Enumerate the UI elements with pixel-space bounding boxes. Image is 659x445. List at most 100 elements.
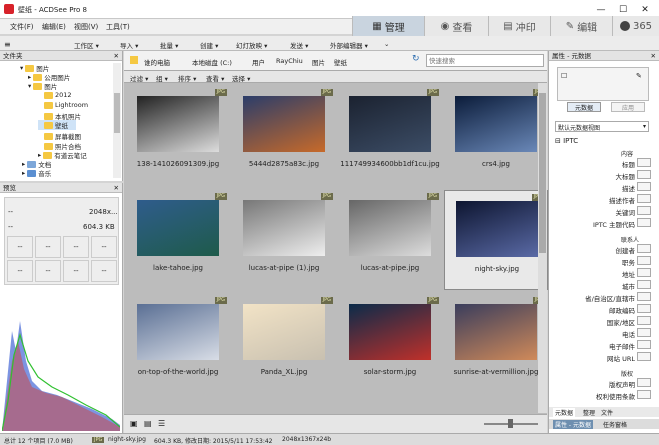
tree-item[interactable]: Lightroom xyxy=(44,101,88,109)
tree-item[interactable]: 屏幕截图 xyxy=(44,131,81,141)
folder-icon xyxy=(44,101,53,109)
status-bar: 总计 12 个项目 (7.0 MB) JPG night-sky.jpg 604… xyxy=(0,433,659,445)
metadata-field-input[interactable] xyxy=(637,158,651,167)
edit-icon[interactable]: ✎ xyxy=(636,72,642,80)
image-icon[interactable]: ▣ xyxy=(130,419,138,428)
tab-properties-metadata[interactable]: 属性 - 元数据 xyxy=(553,420,593,429)
metadata-view-select[interactable]: 默认元数据视图 ▾ xyxy=(555,121,649,132)
thumbnail-item[interactable]: JPG lake-tahoe.jpg xyxy=(126,190,230,290)
menu-view[interactable]: 视图(V) xyxy=(74,22,98,32)
metadata-field-input[interactable] xyxy=(637,182,651,191)
thumbnail-item[interactable]: JPG Panda_XL.jpg xyxy=(232,294,336,394)
metadata-field-input[interactable] xyxy=(637,340,651,349)
close-icon[interactable]: ✕ xyxy=(114,183,119,193)
film-icon[interactable]: ▤ xyxy=(144,419,152,428)
menu-edit[interactable]: 编辑(E) xyxy=(42,22,66,32)
close-icon[interactable]: ✕ xyxy=(651,51,656,61)
tree-item[interactable]: ▸ 音乐 xyxy=(22,168,51,178)
tree-item[interactable]: ▾ 图片 xyxy=(28,81,57,91)
thumbnail-item[interactable]: JPGcrs4.jpg xyxy=(444,86,548,186)
import-menu[interactable]: 导入 ▾ xyxy=(120,40,138,50)
breadcrumb-5[interactable]: 壁纸 xyxy=(334,57,347,67)
metadata-field-input[interactable] xyxy=(637,244,651,253)
menu-file[interactable]: 文件(F) xyxy=(10,22,34,32)
group-menu[interactable]: 组 ▾ xyxy=(156,73,168,83)
metadata-field-input[interactable] xyxy=(637,268,651,277)
file-name: solar-storm.jpg xyxy=(363,368,417,376)
tab-manage[interactable]: ▦ 管理 xyxy=(353,16,425,36)
refresh-icon[interactable]: ↻ xyxy=(412,54,420,64)
slideshow-menu[interactable]: 幻灯放映 ▾ xyxy=(236,40,267,50)
section-header[interactable]: ⊟ IPTC xyxy=(555,137,578,145)
list-icon[interactable]: ☰ xyxy=(158,419,165,428)
breadcrumb-3[interactable]: RayChiu xyxy=(276,57,303,65)
thumbnail-item[interactable]: JPG 138-141026091309.jpg xyxy=(126,86,230,186)
thumbnail-item[interactable]: JPGnight-sky.jpg xyxy=(444,190,548,290)
metadata-button[interactable]: 元数据 xyxy=(567,102,601,112)
tab-task-pane[interactable]: 任务窗格 xyxy=(603,420,627,429)
metadata-field-input[interactable] xyxy=(637,292,651,301)
metadata-field-input[interactable] xyxy=(637,170,651,179)
sort-menu[interactable]: 排序 ▾ xyxy=(178,73,196,83)
checkbox-icon[interactable]: ☐ xyxy=(561,72,567,80)
close-icon[interactable]: ✕ xyxy=(114,51,119,61)
metadata-field-input[interactable] xyxy=(637,352,651,361)
zoom-slider[interactable] xyxy=(484,419,538,428)
metadata-field-input[interactable] xyxy=(637,328,651,337)
thumbnail-item[interactable]: JPG lucas-at-pipe.jpg xyxy=(338,190,442,290)
thumbnail-item[interactable]: JPG lucas-at-pipe (1).jpg xyxy=(232,190,336,290)
send-menu[interactable]: 发送 ▾ xyxy=(290,40,308,50)
metadata-field-input[interactable] xyxy=(637,280,651,289)
tab-file[interactable]: 文件 xyxy=(601,408,613,417)
select-menu[interactable]: 选择 ▾ xyxy=(232,73,250,83)
tab-organize[interactable]: 整理 xyxy=(583,408,595,417)
folder-icon xyxy=(44,121,53,129)
thumbnail-item[interactable]: JPG 111749934600bb1df1cu.jpg xyxy=(338,86,442,186)
search-input[interactable] xyxy=(426,54,544,67)
more-chevron-icon[interactable]: ⌄ xyxy=(384,40,389,48)
breadcrumb-4[interactable]: 图片 xyxy=(312,57,325,67)
external-editor-menu[interactable]: 外部编辑器 ▾ xyxy=(330,40,368,50)
metadata-field-input[interactable] xyxy=(637,218,651,227)
tab-365[interactable]: 365 xyxy=(613,16,659,36)
thumbnail-image xyxy=(455,96,537,152)
batch-menu[interactable]: 批量 ▾ xyxy=(160,40,178,50)
filter-menu[interactable]: 过滤 ▾ xyxy=(130,73,148,83)
thumbnail-item[interactable]: JPG solar-storm.jpg xyxy=(338,294,442,394)
metadata-field-input[interactable] xyxy=(637,316,651,325)
menu-tools[interactable]: 工具(T) xyxy=(106,22,130,32)
file-name: night-sky.jpg xyxy=(474,265,520,273)
metadata-field-label: 版权声明 xyxy=(609,381,635,389)
tree-item[interactable]: 2012 xyxy=(44,91,72,99)
thumbnail-grid: JPG 138-141026091309.jpg JPG 5444d2875a83c.… xyxy=(124,83,548,413)
toolbar: ≡ 工作区 ▾ 导入 ▾ 批量 ▾ 创建 ▾ 幻灯放映 ▾ 发送 ▾ 外部编辑器… xyxy=(0,36,659,51)
tree-item-selected[interactable]: 壁纸 xyxy=(38,120,76,130)
scrollbar[interactable] xyxy=(113,63,121,178)
view-menu[interactable]: 查看 ▾ xyxy=(206,73,224,83)
tab-edit[interactable]: ✎ 编辑 xyxy=(551,16,613,36)
menu-toggle-icon[interactable]: ≡ xyxy=(4,40,11,49)
metadata-field-label: 邮政编码 xyxy=(609,307,635,315)
scrollbar[interactable] xyxy=(538,83,547,413)
metadata-field-input[interactable] xyxy=(637,206,651,215)
tab-metadata[interactable]: 元数据 xyxy=(553,408,576,417)
metadata-field-label: 网站 URL xyxy=(607,355,635,363)
create-menu[interactable]: 创建 ▾ xyxy=(200,40,218,50)
breadcrumb-2[interactable]: 用户 xyxy=(252,57,265,67)
metadata-field-input[interactable] xyxy=(637,304,651,313)
thumbnail-item[interactable]: JPG on-top-of-the-world.jpg xyxy=(126,294,230,394)
thumbnail-item[interactable]: JPGsunrise-at-vermillion.jpg xyxy=(444,294,548,394)
tab-view[interactable]: ◉ 查看 xyxy=(425,16,489,36)
breadcrumb-1[interactable]: 本地磁盘 (C:) xyxy=(192,57,232,67)
metadata-field-input[interactable] xyxy=(637,194,651,203)
tab-develop[interactable]: ▤ 冲印 xyxy=(489,16,551,36)
metadata-field-input[interactable] xyxy=(637,390,651,399)
thumbnail-item[interactable]: JPG 5444d2875a83c.jpg xyxy=(232,86,336,186)
apply-button[interactable]: 应用 xyxy=(611,102,645,112)
metadata-field-input[interactable] xyxy=(637,256,651,265)
metadata-field-input[interactable] xyxy=(637,378,651,387)
workspace-menu[interactable]: 工作区 ▾ xyxy=(74,40,99,50)
thumbnail-image xyxy=(455,304,537,360)
file-type-badge: JPG xyxy=(320,193,333,200)
breadcrumb-0[interactable]: 谁的电脑 xyxy=(144,57,170,67)
